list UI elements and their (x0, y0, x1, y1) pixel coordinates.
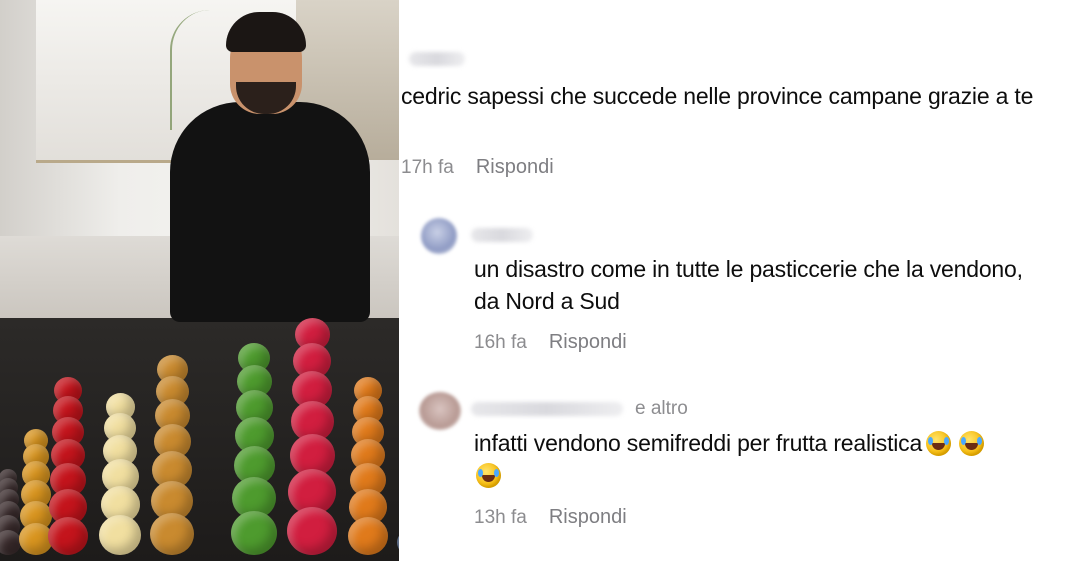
fruit-pastry (231, 511, 277, 555)
and-others-label[interactable]: e altro (635, 398, 688, 420)
fruit-column (287, 300, 337, 555)
fruit-pastry (99, 515, 141, 555)
rolling-laughing-emoji-icon (959, 431, 985, 456)
fruit-pastry (348, 517, 388, 555)
fruit-pastry (48, 517, 88, 555)
comments-panel: cedric sapessi che succede nelle provinc… (399, 0, 1068, 561)
rolling-laughing-emoji-icon (926, 431, 952, 456)
comment-time: 13h fa (474, 507, 527, 528)
fruit-column (46, 300, 90, 555)
fruit-pastry (150, 513, 194, 555)
fruit-column (388, 300, 399, 555)
reply-button[interactable]: Rispondi (549, 331, 627, 354)
rolling-laughing-emoji-icon (476, 463, 501, 488)
avatar[interactable] (421, 218, 457, 254)
blurred-username (409, 52, 465, 66)
comment-meta: 16h fa Rispondi (474, 331, 627, 354)
comment-meta: 13h fa Rispondi (474, 506, 627, 529)
fruit-column (98, 300, 142, 555)
fruit-column (150, 300, 194, 555)
reply-button[interactable]: Rispondi (549, 506, 627, 529)
comment-time: 17h fa (401, 157, 454, 178)
comment-time: 16h fa (474, 332, 527, 353)
comment-text: cedric sapessi che succede nelle provinc… (401, 83, 1034, 109)
blurred-username (471, 402, 623, 416)
avatar[interactable] (419, 392, 461, 430)
comment-text: infatti vendono semifreddi per frutta re… (474, 430, 923, 456)
comment-text: un disastro come in tutte le pasticcerie… (474, 256, 1023, 314)
reply-button[interactable]: Rispondi (476, 156, 554, 179)
pastry-photo (0, 0, 399, 561)
comment-meta: 17h fa Rispondi (401, 156, 554, 179)
fruit-column (346, 300, 390, 555)
fruit-column (231, 300, 277, 555)
blurred-username (471, 228, 533, 242)
person-black-tshirt (170, 102, 370, 322)
fruit-pastry (287, 507, 337, 555)
comment-body: infatti vendono semifreddi per frutta re… (474, 427, 1068, 491)
